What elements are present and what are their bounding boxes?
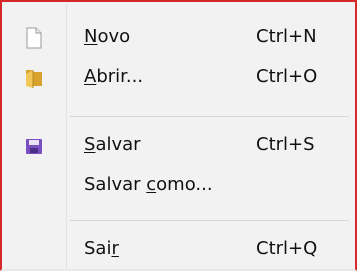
- menu-item-shortcut: Ctrl+O: [256, 66, 318, 87]
- menu-item-shortcut: Ctrl+N: [256, 26, 317, 47]
- menu-item-abrir[interactable]: Abrir... Ctrl+O: [4, 58, 353, 95]
- menu-item-salvar[interactable]: Salvar Ctrl+S: [4, 126, 353, 163]
- menu-separator: [70, 116, 349, 117]
- menu-item-salvar-como[interactable]: Salvar como...: [4, 166, 353, 203]
- menu-item-label: Novo: [84, 26, 131, 47]
- menu-item-shortcut: Ctrl+Q: [256, 238, 318, 259]
- floppy-disk-icon: [23, 135, 45, 155]
- menu-item-label: Salvar: [84, 134, 141, 155]
- folder-open-icon: [23, 67, 45, 88]
- menu-item-sair[interactable]: Sair Ctrl+Q: [4, 230, 353, 267]
- menu-item-label: Sair: [84, 238, 119, 259]
- menu-separator: [70, 220, 349, 221]
- menu-item-label: Salvar como...: [84, 174, 213, 195]
- menu-item-novo[interactable]: Novo Ctrl+N: [4, 18, 353, 55]
- file-menu: Novo Ctrl+N Abrir... Ctrl+O Salvar Ctrl+…: [0, 0, 357, 271]
- new-file-icon: [23, 27, 45, 49]
- menu-item-label: Abrir...: [84, 66, 144, 87]
- menu-item-shortcut: Ctrl+S: [256, 134, 315, 155]
